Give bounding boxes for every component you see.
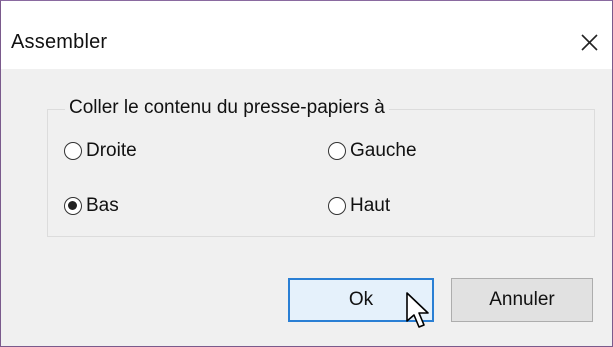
paste-position-group: Coller le contenu du presse-papiers à Dr… [47, 97, 595, 237]
radio-droite[interactable]: Droite [64, 140, 137, 162]
group-legend: Coller le contenu du presse-papiers à [65, 97, 389, 119]
radio-bas[interactable]: Bas [64, 195, 119, 217]
ok-button[interactable]: Ok [288, 278, 434, 322]
title-bar[interactable]: Assembler [1, 1, 612, 69]
radio-label: Haut [350, 195, 391, 216]
radio-button-icon [328, 197, 346, 215]
radio-gauche[interactable]: Gauche [328, 140, 417, 162]
radio-button-icon [328, 142, 346, 160]
radio-label: Bas [86, 195, 119, 216]
close-icon[interactable] [574, 27, 604, 57]
cancel-button[interactable]: Annuler [451, 278, 593, 322]
window-title: Assembler [11, 31, 108, 53]
radio-haut[interactable]: Haut [328, 195, 390, 217]
radio-label: Gauche [350, 140, 417, 161]
radio-button-icon [64, 142, 82, 160]
radio-button-selected-icon [64, 197, 82, 215]
radio-label: Droite [86, 140, 137, 161]
dialog-body: Coller le contenu du presse-papiers à Dr… [1, 69, 612, 346]
assembler-dialog: Assembler Coller le contenu du presse-pa… [0, 0, 613, 347]
